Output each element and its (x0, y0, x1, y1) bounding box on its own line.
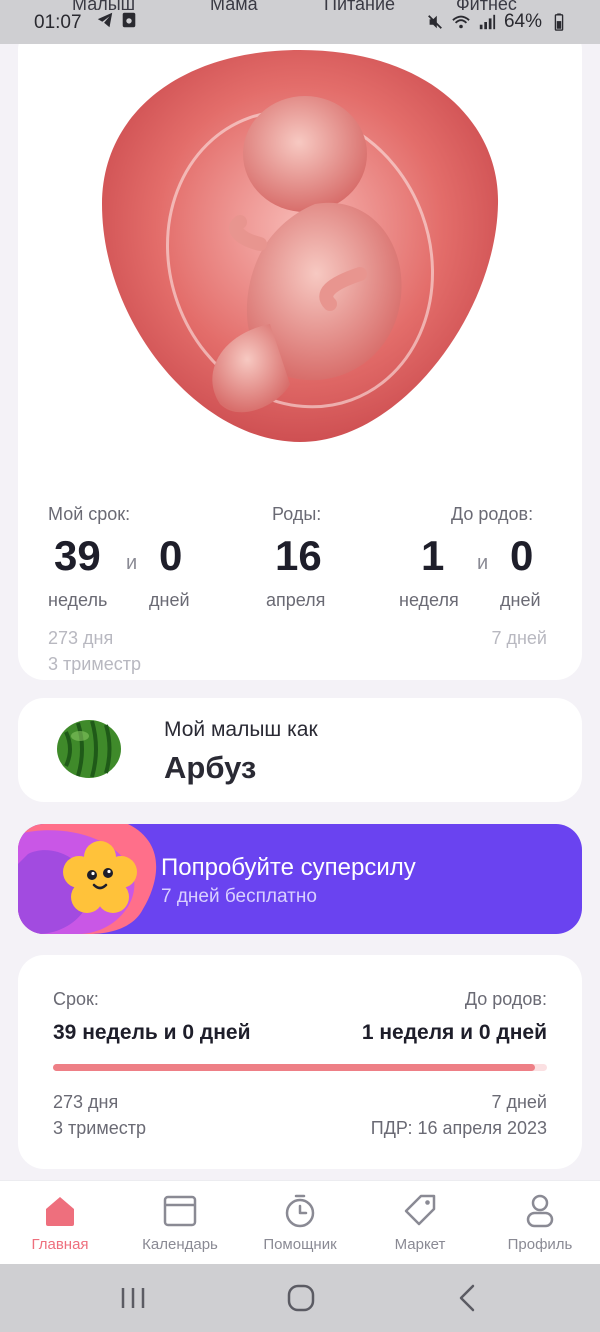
tag-icon (404, 1194, 436, 1226)
promo-subtitle: 7 дней бесплатно (161, 886, 317, 907)
weeks-value: 39 (54, 532, 101, 579)
total-days: 273 дня (48, 628, 114, 648)
tab-mom[interactable]: Мама (210, 0, 258, 15)
birth-day: 16 (275, 532, 322, 579)
baby-size-fruit: Арбуз (164, 750, 257, 785)
tab-fitness[interactable]: Фитнес (456, 0, 517, 15)
progress-bar (53, 1064, 547, 1071)
wifi-icon (452, 15, 470, 29)
promo-title: Попробуйте суперсилу (161, 854, 416, 881)
days-unit: дней (149, 590, 190, 610)
signal-icon (479, 14, 496, 30)
my-term-label: Мой срок: (48, 504, 131, 524)
top-tabs: Малыш Мама Питание Фитнес (0, 0, 600, 14)
nav-market-label: Маркет (394, 1236, 446, 1253)
tab-nutrition[interactable]: Питание (324, 0, 395, 15)
progress-term-value: 39 недель и 0 дней (53, 1021, 251, 1044)
status-time: 01:07 (34, 12, 82, 33)
and-word: и (126, 552, 138, 574)
system-navigation-bar (0, 1264, 600, 1332)
pregnancy-overview-card: Мой срок: 39 и 0 недель дней Роды: 16 ап… (18, 24, 582, 680)
progress-remaining: 7 дней (491, 1092, 547, 1112)
nav-market[interactable]: Маркет (360, 1181, 480, 1265)
progress-trimester: 3 триместр (53, 1118, 146, 1138)
profile-icon (526, 1194, 554, 1228)
promo-illustration (18, 824, 157, 934)
progress-until-value: 1 неделя и 0 дней (361, 1021, 547, 1044)
progress-term-label: Срок: (53, 989, 99, 1009)
until-weeks-unit: неделя (399, 590, 459, 610)
until-and-word: и (477, 552, 489, 574)
embryo-illustration (102, 50, 499, 442)
superpower-promo-banner[interactable]: Попробуйте суперсилу 7 дней бесплатно (18, 824, 582, 934)
progress-until-label: До родов: (464, 989, 547, 1009)
nav-calendar[interactable]: Календарь (120, 1181, 240, 1265)
until-days: 0 (510, 532, 534, 579)
status-bar: Малыш Мама Питание Фитнес 01:07 64% (0, 0, 600, 44)
nav-assistant-label: Помощник (263, 1236, 337, 1253)
watermelon-icon (57, 720, 121, 778)
nav-home-label: Главная (31, 1236, 89, 1253)
term-progress-card: Срок: До родов: 39 недель и 0 дней 1 нед… (18, 955, 582, 1169)
battery-icon (554, 13, 564, 31)
baby-size-card[interactable]: Мой малыш как Арбуз (18, 698, 582, 802)
term-stats: Мой срок: 39 и 0 недель дней Роды: 16 ап… (18, 480, 582, 674)
until-label: До родов: (451, 504, 534, 524)
weeks-unit: недель (48, 590, 108, 610)
nav-profile[interactable]: Профиль (480, 1181, 600, 1265)
until-days-unit: дней (500, 590, 541, 610)
nav-assistant[interactable]: Помощник (240, 1181, 360, 1265)
nav-calendar-label: Календарь (142, 1236, 218, 1253)
nav-home[interactable]: Главная (0, 1181, 120, 1265)
days-value: 0 (159, 532, 183, 579)
calendar-icon (163, 1195, 197, 1227)
birth-label: Роды: (272, 504, 322, 524)
trimester: 3 триместр (48, 654, 141, 674)
until-weeks: 1 (421, 532, 445, 579)
back-icon[interactable] (449, 1282, 489, 1314)
timer-icon (285, 1194, 315, 1228)
recent-apps-icon[interactable] (113, 1282, 153, 1314)
tab-baby[interactable]: Малыш (72, 0, 135, 15)
mute-icon (428, 15, 442, 29)
bottom-navigation: Главная Календарь Помощник Маркет Профил… (0, 1180, 600, 1264)
remaining-days: 7 дней (491, 628, 547, 648)
progress-bar-fill (53, 1064, 535, 1071)
progress-due-date: ПДР: 16 апреля 2023 (370, 1118, 547, 1138)
home-icon (46, 1197, 74, 1226)
home-button-icon[interactable] (281, 1282, 321, 1314)
baby-size-label: Мой малыш как (164, 718, 318, 741)
birth-month: апреля (266, 590, 326, 610)
nav-profile-label: Профиль (507, 1236, 573, 1253)
progress-days: 273 дня (53, 1092, 119, 1112)
